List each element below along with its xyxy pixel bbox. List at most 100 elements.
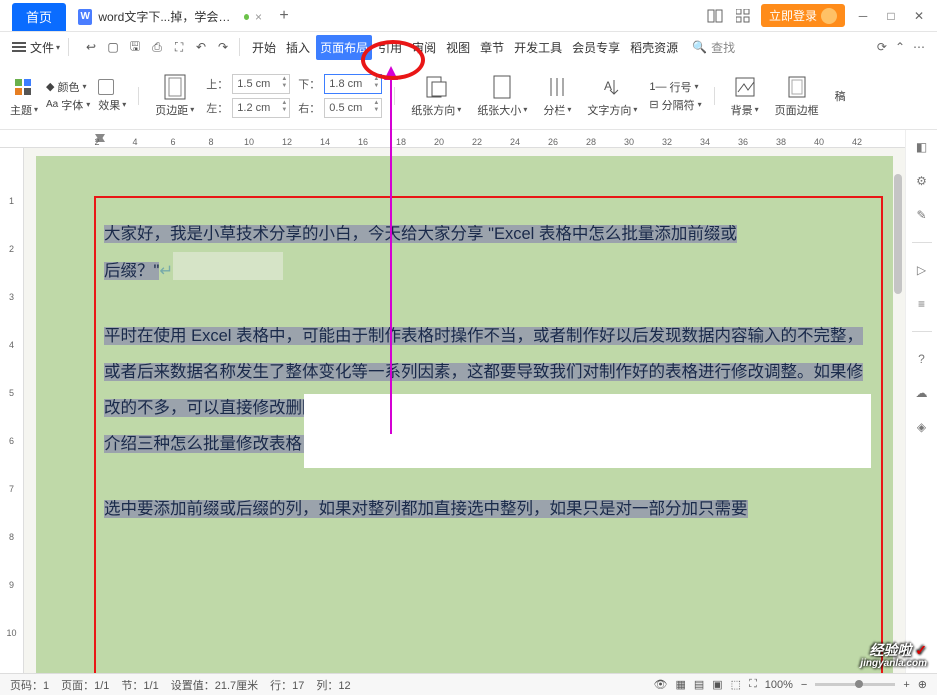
print-icon[interactable]: ⎙ xyxy=(149,39,165,55)
columns-label[interactable]: 分栏▾ xyxy=(543,102,571,118)
ribbon-tabs: 开始 插入 页面布局 引用 审阅 视图 章节 开发工具 会员专享 稻壳资源 xyxy=(248,35,682,60)
layout-icon[interactable] xyxy=(705,6,725,26)
preview-icon[interactable]: ⛶ xyxy=(171,39,187,55)
margin-bottom-input[interactable]: 1.8 cm▲▼ xyxy=(324,74,382,94)
close-tab-icon[interactable]: × xyxy=(255,10,262,24)
tab-resource[interactable]: 稻壳资源 xyxy=(626,35,682,60)
page-border-label[interactable]: 页面边框 xyxy=(775,102,819,118)
menu-bar: 文件▾ ↩ ▢ 🖫 ⎙ ⛶ ↶ ↷ 开始 插入 页面布局 引用 审阅 视图 章节… xyxy=(0,32,937,62)
margin-label[interactable]: 页边距▾ xyxy=(155,102,194,118)
avatar-icon xyxy=(821,8,837,24)
status-col: 列：12 xyxy=(316,677,350,693)
minimize-icon[interactable]: ─ xyxy=(853,6,873,26)
lineno-label[interactable]: 行号 xyxy=(669,79,691,95)
reading-mode-icon[interactable]: 👁 xyxy=(653,678,667,691)
effect-icon[interactable] xyxy=(98,79,114,95)
maximize-icon[interactable]: □ xyxy=(881,6,901,26)
fullscreen-icon[interactable]: ⛶ xyxy=(749,678,757,691)
status-page[interactable]: 页面：1/1 xyxy=(61,677,109,693)
font-label[interactable]: 字体 xyxy=(61,97,83,113)
format-icon[interactable]: ≡ xyxy=(913,295,931,313)
web-layout-icon[interactable]: ▤ xyxy=(694,678,704,691)
page-border-icon[interactable] xyxy=(784,74,810,100)
margin-top-input[interactable]: 1.5 cm▲▼ xyxy=(232,74,290,94)
tab-home[interactable]: 首页 xyxy=(12,3,66,31)
tab-document[interactable]: W word文字下...掉，学会不求人 × xyxy=(70,3,270,31)
zoom-in-icon[interactable]: + xyxy=(903,679,909,691)
status-pageno[interactable]: 页码：1 xyxy=(10,677,49,693)
document-content[interactable]: 大家好，我是小草技术分享的小白，今天给大家分享 "Excel 表格中怎么批量添加… xyxy=(104,216,871,527)
cloud-icon[interactable]: ☁ xyxy=(913,384,931,402)
draft-label[interactable]: 稿 xyxy=(835,88,846,104)
textdir-label[interactable]: 文字方向▾ xyxy=(587,102,637,118)
tab-review[interactable]: 审阅 xyxy=(408,35,440,60)
break-label[interactable]: 分隔符 xyxy=(662,97,695,113)
columns-icon[interactable] xyxy=(544,74,570,100)
horizontal-ruler[interactable]: 24681012141618202224262830323436384042 xyxy=(0,130,905,148)
layers-icon[interactable]: ◈ xyxy=(913,418,931,436)
zoom-slider[interactable] xyxy=(815,683,895,686)
ribbon: 主题▾ ◆颜色▾ Aa字体▾ 效果▾ 页边距▾ 上：1.5 cm▲▼ 左：1.2… xyxy=(0,62,937,130)
magenta-arrow-annotation xyxy=(390,76,392,434)
edit-icon[interactable]: ✎ xyxy=(913,206,931,224)
collapse-ribbon-icon[interactable]: ⌃ xyxy=(895,40,905,54)
select-icon[interactable]: ▷ xyxy=(913,261,931,279)
tab-member[interactable]: 会员专享 xyxy=(568,35,624,60)
open-icon[interactable]: ▢ xyxy=(105,39,121,55)
draft-view-icon[interactable]: ⬚ xyxy=(731,678,741,691)
theme-icon[interactable] xyxy=(10,74,36,100)
paragraph-1a: 大家好，我是小草技术分享的小白，今天给大家分享 "Excel 表格中怎么批量添加… xyxy=(104,225,737,243)
papersize-icon[interactable] xyxy=(489,74,515,100)
cloud-sync-icon[interactable]: ⟳ xyxy=(877,40,887,54)
page-canvas[interactable]: 大家好，我是小草技术分享的小白，今天给大家分享 "Excel 表格中怎么批量添加… xyxy=(36,156,893,673)
word-icon: W xyxy=(78,9,92,25)
tab-reference[interactable]: 引用 xyxy=(374,35,406,60)
background-label[interactable]: 背景▾ xyxy=(731,102,759,118)
paragraph-1b: 后缀？" xyxy=(104,262,159,280)
tab-section[interactable]: 章节 xyxy=(476,35,508,60)
margin-icon[interactable] xyxy=(162,74,188,100)
undo-icon[interactable]: ↶ xyxy=(193,39,209,55)
save-icon[interactable]: 🖫 xyxy=(127,39,143,55)
vertical-scrollbar[interactable] xyxy=(892,148,904,673)
more-icon[interactable]: ⋯ xyxy=(913,40,925,54)
print-layout-icon[interactable]: ▦ xyxy=(675,678,685,691)
fit-icon[interactable]: ⊕ xyxy=(918,678,927,691)
tab-insert[interactable]: 插入 xyxy=(282,35,314,60)
color-icon[interactable]: ◆ xyxy=(46,80,54,93)
scrollbar-thumb[interactable] xyxy=(894,174,902,294)
help-icon[interactable]: ? xyxy=(913,350,931,368)
zoom-out-icon[interactable]: − xyxy=(801,679,807,691)
papersize-label[interactable]: 纸张大小▾ xyxy=(477,102,527,118)
search-box[interactable]: 🔍 查找 xyxy=(692,39,735,56)
hamburger-icon[interactable] xyxy=(12,42,26,52)
close-icon[interactable]: ✕ xyxy=(909,6,929,26)
tab-dev[interactable]: 开发工具 xyxy=(510,35,566,60)
tab-start[interactable]: 开始 xyxy=(248,35,280,60)
new-tab-button[interactable]: + xyxy=(270,2,298,30)
file-menu[interactable]: 文件▾ xyxy=(30,39,60,56)
break-icon: ⊟ xyxy=(649,98,658,111)
status-section: 节：1/1 xyxy=(121,677,158,693)
margin-left-label: 左： xyxy=(206,100,228,116)
orientation-icon[interactable] xyxy=(423,74,449,100)
effect-label[interactable]: 效果▾ xyxy=(98,97,126,113)
tab-page-layout[interactable]: 页面布局 xyxy=(316,35,372,60)
vertical-ruler[interactable]: 1234567891011 xyxy=(0,148,24,673)
zoom-value[interactable]: 100% xyxy=(765,679,793,691)
login-button[interactable]: 立即登录 xyxy=(761,4,845,27)
margin-right-input[interactable]: 0.5 cm▲▼ xyxy=(324,98,382,118)
grid-icon[interactable] xyxy=(733,6,753,26)
toolbox-icon[interactable]: ⚙ xyxy=(913,172,931,190)
redo-icon[interactable]: ↷ xyxy=(215,39,231,55)
back-icon[interactable]: ↩ xyxy=(83,39,99,55)
outline-view-icon[interactable]: ▣ xyxy=(712,678,722,691)
tab-view[interactable]: 视图 xyxy=(442,35,474,60)
margin-left-input[interactable]: 1.2 cm▲▼ xyxy=(232,98,290,118)
background-icon[interactable] xyxy=(732,74,758,100)
margin-top-label: 上： xyxy=(206,76,228,92)
theme-label[interactable]: 主题▾ xyxy=(10,102,38,118)
textdir-icon[interactable]: A xyxy=(599,74,625,100)
orientation-label[interactable]: 纸张方向▾ xyxy=(411,102,461,118)
outline-icon[interactable]: ◧ xyxy=(913,138,931,156)
